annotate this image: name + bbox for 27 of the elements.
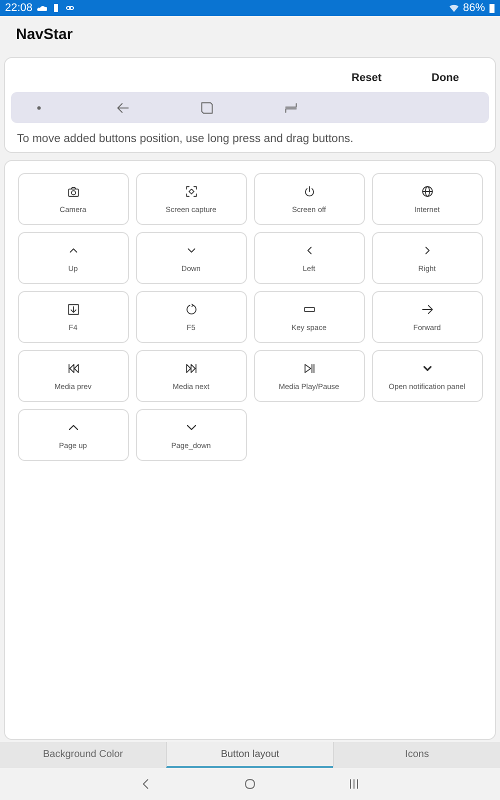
action-button[interactable]: Done	[432, 72, 459, 84]
tab[interactable]: Button layout	[166, 742, 333, 768]
home-button[interactable]	[243, 777, 257, 791]
battery-percent: 86%	[462, 2, 485, 14]
app-title: NavStar	[16, 26, 73, 42]
globe-icon	[420, 184, 434, 198]
play-pause-icon	[302, 362, 316, 374]
home-icon	[243, 777, 257, 791]
power-icon	[302, 184, 316, 198]
camera-icon	[66, 184, 80, 198]
back-arrow-icon	[116, 100, 130, 114]
download-icon	[66, 302, 80, 316]
arrow-right-icon	[420, 302, 434, 316]
link-icon	[64, 3, 75, 13]
recents-icon	[347, 777, 361, 791]
skip-forward-icon	[184, 362, 198, 374]
recents-button[interactable]	[347, 777, 361, 791]
screenshot-icon	[184, 184, 198, 198]
status-time: 22:08	[5, 2, 33, 14]
refresh-icon	[184, 302, 198, 316]
action-button[interactable]: Reset	[352, 72, 382, 84]
hint-text: To move added buttons position, use long press and drag buttons.	[16, 132, 354, 145]
cloud-icon	[36, 3, 47, 13]
recents-icon	[284, 100, 298, 114]
skip-back-icon	[66, 362, 80, 374]
battery-icon	[489, 3, 495, 13]
wifi-icon	[448, 3, 459, 13]
